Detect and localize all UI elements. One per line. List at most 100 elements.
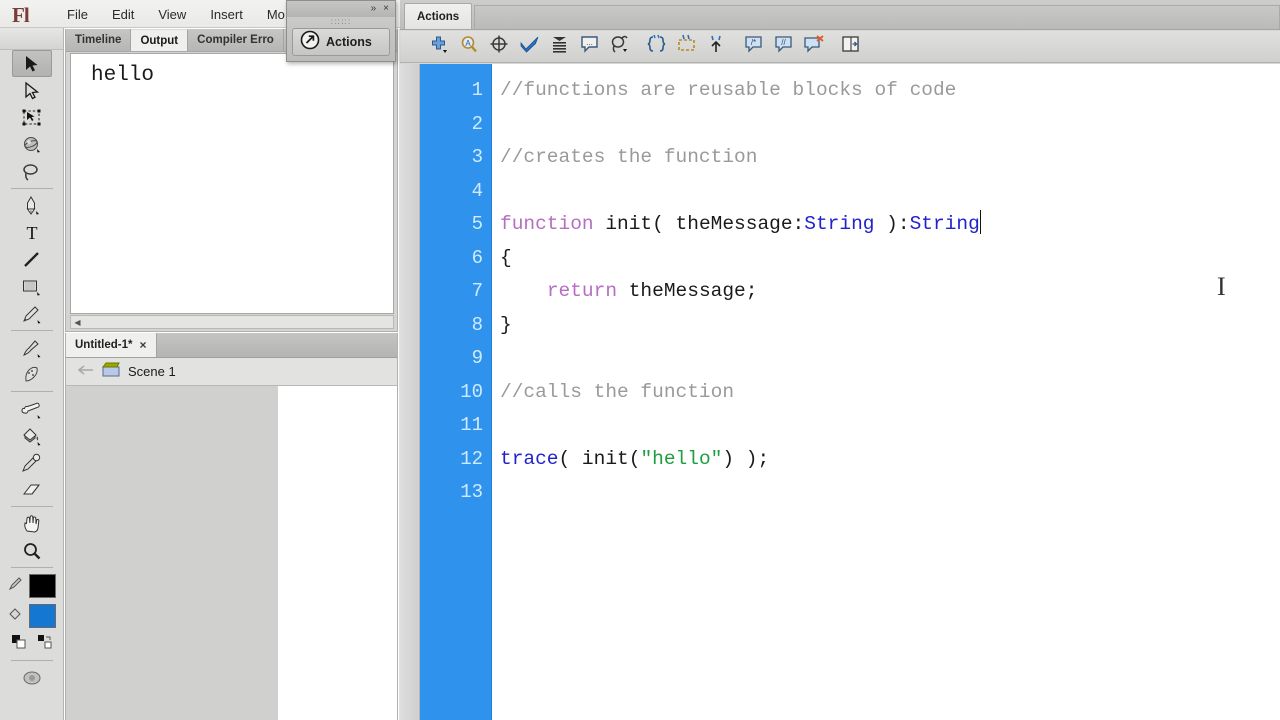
rectangle-tool[interactable] (12, 273, 52, 300)
pencil-tool[interactable] (12, 300, 52, 327)
menu-item-view[interactable]: View (146, 5, 198, 24)
scene-clapperboard-icon (102, 362, 120, 382)
code-token: { (500, 246, 512, 269)
eraser-icon (21, 480, 42, 500)
find-button[interactable]: A (456, 34, 483, 60)
code-token: return (546, 280, 618, 302)
scroll-left-icon[interactable]: ◀ (71, 316, 84, 328)
menu-item-edit[interactable]: Edit (100, 5, 146, 24)
code-line[interactable]: //creates the function (500, 141, 1280, 175)
close-icon[interactable]: × (140, 338, 147, 352)
code-line[interactable] (500, 476, 1280, 510)
output-panel: Timeline Output Compiler Erro hello ◀ (65, 29, 398, 332)
output-panel-body[interactable]: hello (70, 53, 394, 314)
expand-panel-icon[interactable]: » (371, 4, 377, 14)
expand-all-button[interactable] (703, 34, 730, 60)
selection-tool[interactable] (11, 50, 52, 77)
panel-tab-output[interactable]: Output (131, 29, 189, 51)
svg-text:/*: /* (751, 38, 756, 47)
fill-color-swatch[interactable] (29, 604, 56, 628)
svg-text:A: A (465, 39, 471, 48)
add-script-button[interactable] (426, 34, 453, 60)
code-line[interactable]: { (500, 242, 1280, 276)
black-and-white-icon[interactable] (11, 634, 27, 655)
code-editor[interactable]: 1 2 3 4 5 6 7 8 9 10 11 12 13 //functions are reusab… (400, 64, 1280, 720)
actions-tab-filler (474, 5, 1280, 29)
paint-bucket-fill-icon (7, 605, 24, 627)
menu-item-file[interactable]: File (55, 5, 100, 24)
actions-launcher-button[interactable]: Actions (292, 28, 390, 56)
stroke-color-row (0, 571, 63, 601)
insert-target-path-button[interactable] (486, 34, 513, 60)
stage-area[interactable] (65, 386, 398, 720)
paint-bucket-tool[interactable] (12, 422, 52, 449)
code-line[interactable] (500, 409, 1280, 443)
code-token: //calls the function (500, 380, 735, 403)
collapse-selection-button[interactable] (673, 34, 700, 60)
stroke-color-swatch[interactable] (29, 574, 56, 598)
show-hide-toolbox-button[interactable] (837, 34, 864, 60)
output-horizontal-scrollbar[interactable]: ◀ (70, 315, 394, 329)
text-tool[interactable]: T (12, 219, 52, 246)
eyedropper-icon (21, 453, 42, 473)
options-icon[interactable] (12, 664, 52, 691)
code-line[interactable] (500, 175, 1280, 209)
collapse-between-braces-button[interactable] (643, 34, 670, 60)
menu-item-insert[interactable]: Insert (198, 5, 255, 24)
code-line[interactable]: //calls the function (500, 376, 1280, 410)
code-line[interactable]: //functions are reusable blocks of code (500, 74, 1280, 108)
show-code-hint-button[interactable]: ... (576, 34, 603, 60)
panel-tab-timeline[interactable]: Timeline (66, 29, 132, 51)
lasso-tool[interactable] (12, 158, 52, 185)
zoom-tool[interactable] (12, 537, 52, 564)
line-tool[interactable] (12, 246, 52, 273)
document-tab-bar: Untitled-1* × (65, 333, 398, 358)
3d-rotation-tool[interactable] (12, 131, 52, 158)
document-tab[interactable]: Untitled-1* × (66, 333, 157, 357)
code-token: function (500, 213, 594, 235)
eraser-tool[interactable] (12, 476, 52, 503)
actions-toolbar: A... /* // (400, 31, 1280, 63)
scene-label[interactable]: Scene 1 (128, 364, 176, 379)
hand-tool[interactable] (12, 510, 52, 537)
edit-back-arrow-icon[interactable] (77, 363, 94, 381)
code-line[interactable]: trace( init("hello") ); (500, 443, 1280, 477)
check-syntax-button[interactable] (516, 34, 543, 60)
code-line[interactable]: return theMessage; (500, 275, 1280, 309)
code-line[interactable] (500, 108, 1280, 142)
text-caret (979, 210, 981, 234)
swap-colors-icon[interactable] (37, 634, 53, 655)
lasso-icon (21, 162, 42, 182)
deco-tool[interactable] (12, 361, 52, 388)
apply-block-comment-button[interactable]: /* (740, 34, 767, 60)
code-line[interactable]: function init( theMessage:String ):Strin… (500, 208, 1280, 242)
free-transform-tool[interactable] (12, 104, 52, 131)
tab-actions[interactable]: Actions (404, 3, 473, 29)
bone-tool[interactable] (12, 395, 52, 422)
floating-panel-titlebar[interactable]: » × (287, 1, 395, 17)
hand-icon (22, 514, 42, 534)
stage-canvas[interactable] (278, 386, 397, 720)
remove-comment-button[interactable] (800, 34, 827, 60)
code-line[interactable]: } (500, 309, 1280, 343)
eyedropper-tool[interactable] (12, 449, 52, 476)
debug-options-button[interactable] (606, 34, 633, 60)
panel-tab-compiler-erro[interactable]: Compiler Erro (188, 29, 284, 51)
code-token: "hello" (640, 447, 723, 470)
auto-format-button[interactable] (546, 34, 573, 60)
code-text-area[interactable]: //functions are reusable blocks of code … (492, 64, 1280, 720)
find-icon: A (459, 34, 480, 59)
brush-icon (21, 338, 42, 358)
brush-tool[interactable] (12, 334, 52, 361)
panel-drag-grip[interactable]: ∷∷∷ (287, 17, 395, 28)
actions-panel: Actions A... /* // 1 2 3 4 5 6 7 8 9 10 11 12 13 //fun… (400, 0, 1280, 720)
apply-line-comment-button[interactable]: // (770, 34, 797, 60)
mouse-ibeam-cursor: I (1217, 272, 1226, 301)
close-icon[interactable]: × (383, 4, 389, 14)
code-line[interactable] (500, 342, 1280, 376)
subselection-tool[interactable] (12, 77, 52, 104)
pen-tool[interactable] (12, 192, 52, 219)
code-token: trace (500, 447, 559, 470)
code-token: ) ); (722, 447, 770, 470)
floating-actions-panel: » × ∷∷∷ Actions (286, 0, 396, 62)
